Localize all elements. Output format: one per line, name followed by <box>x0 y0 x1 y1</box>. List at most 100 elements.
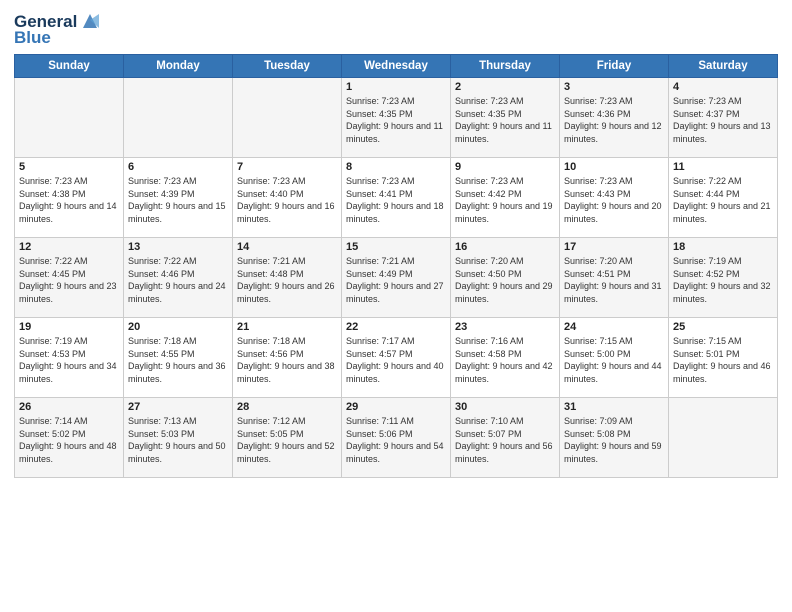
day-number: 26 <box>19 401 119 413</box>
calendar-week-row: 12 Sunrise: 7:22 AMSunset: 4:45 PMDayligh… <box>15 238 778 318</box>
day-detail: Sunrise: 7:23 AMSunset: 4:42 PMDaylight:… <box>455 175 555 225</box>
day-detail: Sunrise: 7:23 AMSunset: 4:39 PMDaylight:… <box>128 175 228 225</box>
day-detail: Sunrise: 7:16 AMSunset: 4:58 PMDaylight:… <box>455 335 555 385</box>
day-detail: Sunrise: 7:13 AMSunset: 5:03 PMDaylight:… <box>128 415 228 465</box>
day-of-week-header: Friday <box>560 55 669 78</box>
calendar-week-row: 26Sunrise: 7:14 AMSunset: 5:02 PMDayligh… <box>15 398 778 478</box>
calendar-day-cell: 16Sunrise: 7:20 AMSunset: 4:50 PMDayligh… <box>451 238 560 318</box>
day-number: 30 <box>455 401 555 413</box>
day-number: 2 <box>455 81 555 93</box>
day-number: 11 <box>673 161 773 173</box>
day-detail: Sunrise: 7:23 AMSunset: 4:41 PMDaylight:… <box>346 175 446 225</box>
day-number: 8 <box>346 161 446 173</box>
day-detail: Sunrise: 7:22 AMSunset: 4:44 PMDaylight:… <box>673 175 773 225</box>
day-number: 31 <box>564 401 664 413</box>
calendar-week-row: 5 Sunrise: 7:23 AMSunset: 4:38 PMDaylight… <box>15 158 778 238</box>
page-header: General Blue <box>14 10 778 48</box>
calendar-day-cell <box>669 398 778 478</box>
day-of-week-header: Saturday <box>669 55 778 78</box>
day-number: 18 <box>673 241 773 253</box>
calendar-day-cell: 9 Sunrise: 7:23 AMSunset: 4:42 PMDaylight… <box>451 158 560 238</box>
calendar-day-cell: 22 Sunrise: 7:17 AMSunset: 4:57 PMDayligh… <box>342 318 451 398</box>
day-number: 16 <box>455 241 555 253</box>
day-number: 10 <box>564 161 664 173</box>
calendar-day-cell: 19 Sunrise: 7:19 AMSunset: 4:53 PMDayligh… <box>15 318 124 398</box>
day-number: 4 <box>673 81 773 93</box>
day-number: 19 <box>19 321 119 333</box>
day-number: 1 <box>346 81 446 93</box>
day-detail: Sunrise: 7:17 AMSunset: 4:57 PMDaylight:… <box>346 335 446 385</box>
day-detail: Sunrise: 7:23 AMSunset: 4:37 PMDaylight:… <box>673 95 773 145</box>
day-detail: Sunrise: 7:19 AMSunset: 4:53 PMDaylight:… <box>19 335 119 385</box>
calendar-day-cell: 11 Sunrise: 7:22 AMSunset: 4:44 PMDayligh… <box>669 158 778 238</box>
day-number: 24 <box>564 321 664 333</box>
day-number: 25 <box>673 321 773 333</box>
day-number: 17 <box>564 241 664 253</box>
calendar-week-row: 19 Sunrise: 7:19 AMSunset: 4:53 PMDayligh… <box>15 318 778 398</box>
day-number: 13 <box>128 241 228 253</box>
calendar-day-cell: 28 Sunrise: 7:12 AMSunset: 5:05 PMDayligh… <box>233 398 342 478</box>
day-detail: Sunrise: 7:10 AMSunset: 5:07 PMDaylight:… <box>455 415 555 465</box>
day-of-week-header: Tuesday <box>233 55 342 78</box>
calendar-day-cell: 27 Sunrise: 7:13 AMSunset: 5:03 PMDayligh… <box>124 398 233 478</box>
day-number: 29 <box>346 401 446 413</box>
day-number: 5 <box>19 161 119 173</box>
calendar-day-cell: 29 Sunrise: 7:11 AMSunset: 5:06 PMDayligh… <box>342 398 451 478</box>
logo-blue: Blue <box>14 28 51 48</box>
day-detail: Sunrise: 7:23 AMSunset: 4:43 PMDaylight:… <box>564 175 664 225</box>
calendar-day-cell: 6 Sunrise: 7:23 AMSunset: 4:39 PMDaylight… <box>124 158 233 238</box>
calendar-header-row: SundayMondayTuesdayWednesdayThursdayFrid… <box>15 55 778 78</box>
calendar-week-row: 1 Sunrise: 7:23 AMSunset: 4:35 PMDaylight… <box>15 78 778 158</box>
calendar-day-cell: 24 Sunrise: 7:15 AMSunset: 5:00 PMDayligh… <box>560 318 669 398</box>
calendar-day-cell: 3 Sunrise: 7:23 AMSunset: 4:36 PMDaylight… <box>560 78 669 158</box>
day-number: 3 <box>564 81 664 93</box>
day-number: 21 <box>237 321 337 333</box>
day-number: 14 <box>237 241 337 253</box>
logo: General Blue <box>14 10 101 48</box>
calendar-day-cell: 13Sunrise: 7:22 AMSunset: 4:46 PMDayligh… <box>124 238 233 318</box>
day-number: 6 <box>128 161 228 173</box>
calendar-day-cell: 7 Sunrise: 7:23 AMSunset: 4:40 PMDaylight… <box>233 158 342 238</box>
calendar-day-cell: 10 Sunrise: 7:23 AMSunset: 4:43 PMDayligh… <box>560 158 669 238</box>
day-detail: Sunrise: 7:23 AMSunset: 4:35 PMDaylight:… <box>455 95 555 145</box>
calendar-day-cell: 12 Sunrise: 7:22 AMSunset: 4:45 PMDayligh… <box>15 238 124 318</box>
day-number: 9 <box>455 161 555 173</box>
day-of-week-header: Wednesday <box>342 55 451 78</box>
day-detail: Sunrise: 7:15 AMSunset: 5:00 PMDaylight:… <box>564 335 664 385</box>
day-number: 23 <box>455 321 555 333</box>
day-detail: Sunrise: 7:18 AMSunset: 4:56 PMDaylight:… <box>237 335 337 385</box>
calendar-day-cell <box>124 78 233 158</box>
day-detail: Sunrise: 7:11 AMSunset: 5:06 PMDaylight:… <box>346 415 446 465</box>
calendar-day-cell <box>15 78 124 158</box>
day-detail: Sunrise: 7:18 AMSunset: 4:55 PMDaylight:… <box>128 335 228 385</box>
day-number: 7 <box>237 161 337 173</box>
day-detail: Sunrise: 7:19 AMSunset: 4:52 PMDaylight:… <box>673 255 773 305</box>
logo-icon <box>79 10 101 32</box>
calendar-day-cell: 2 Sunrise: 7:23 AMSunset: 4:35 PMDaylight… <box>451 78 560 158</box>
day-number: 15 <box>346 241 446 253</box>
calendar-day-cell: 26Sunrise: 7:14 AMSunset: 5:02 PMDayligh… <box>15 398 124 478</box>
day-number: 22 <box>346 321 446 333</box>
day-number: 27 <box>128 401 228 413</box>
calendar-day-cell: 4 Sunrise: 7:23 AMSunset: 4:37 PMDaylight… <box>669 78 778 158</box>
calendar-day-cell: 18 Sunrise: 7:19 AMSunset: 4:52 PMDayligh… <box>669 238 778 318</box>
calendar-day-cell: 20Sunrise: 7:18 AMSunset: 4:55 PMDayligh… <box>124 318 233 398</box>
calendar-day-cell: 17 Sunrise: 7:20 AMSunset: 4:51 PMDayligh… <box>560 238 669 318</box>
calendar-day-cell: 5 Sunrise: 7:23 AMSunset: 4:38 PMDaylight… <box>15 158 124 238</box>
calendar-day-cell: 14Sunrise: 7:21 AMSunset: 4:48 PMDayligh… <box>233 238 342 318</box>
day-detail: Sunrise: 7:22 AMSunset: 4:45 PMDaylight:… <box>19 255 119 305</box>
day-number: 12 <box>19 241 119 253</box>
day-detail: Sunrise: 7:21 AMSunset: 4:49 PMDaylight:… <box>346 255 446 305</box>
day-detail: Sunrise: 7:20 AMSunset: 4:51 PMDaylight:… <box>564 255 664 305</box>
calendar-day-cell: 25 Sunrise: 7:15 AMSunset: 5:01 PMDayligh… <box>669 318 778 398</box>
calendar-day-cell: 8 Sunrise: 7:23 AMSunset: 4:41 PMDaylight… <box>342 158 451 238</box>
day-detail: Sunrise: 7:23 AMSunset: 4:36 PMDaylight:… <box>564 95 664 145</box>
calendar-day-cell: 30 Sunrise: 7:10 AMSunset: 5:07 PMDayligh… <box>451 398 560 478</box>
calendar-day-cell: 15 Sunrise: 7:21 AMSunset: 4:49 PMDayligh… <box>342 238 451 318</box>
day-detail: Sunrise: 7:23 AMSunset: 4:38 PMDaylight:… <box>19 175 119 225</box>
day-detail: Sunrise: 7:12 AMSunset: 5:05 PMDaylight:… <box>237 415 337 465</box>
day-of-week-header: Thursday <box>451 55 560 78</box>
day-detail: Sunrise: 7:23 AMSunset: 4:40 PMDaylight:… <box>237 175 337 225</box>
day-detail: Sunrise: 7:15 AMSunset: 5:01 PMDaylight:… <box>673 335 773 385</box>
day-number: 28 <box>237 401 337 413</box>
